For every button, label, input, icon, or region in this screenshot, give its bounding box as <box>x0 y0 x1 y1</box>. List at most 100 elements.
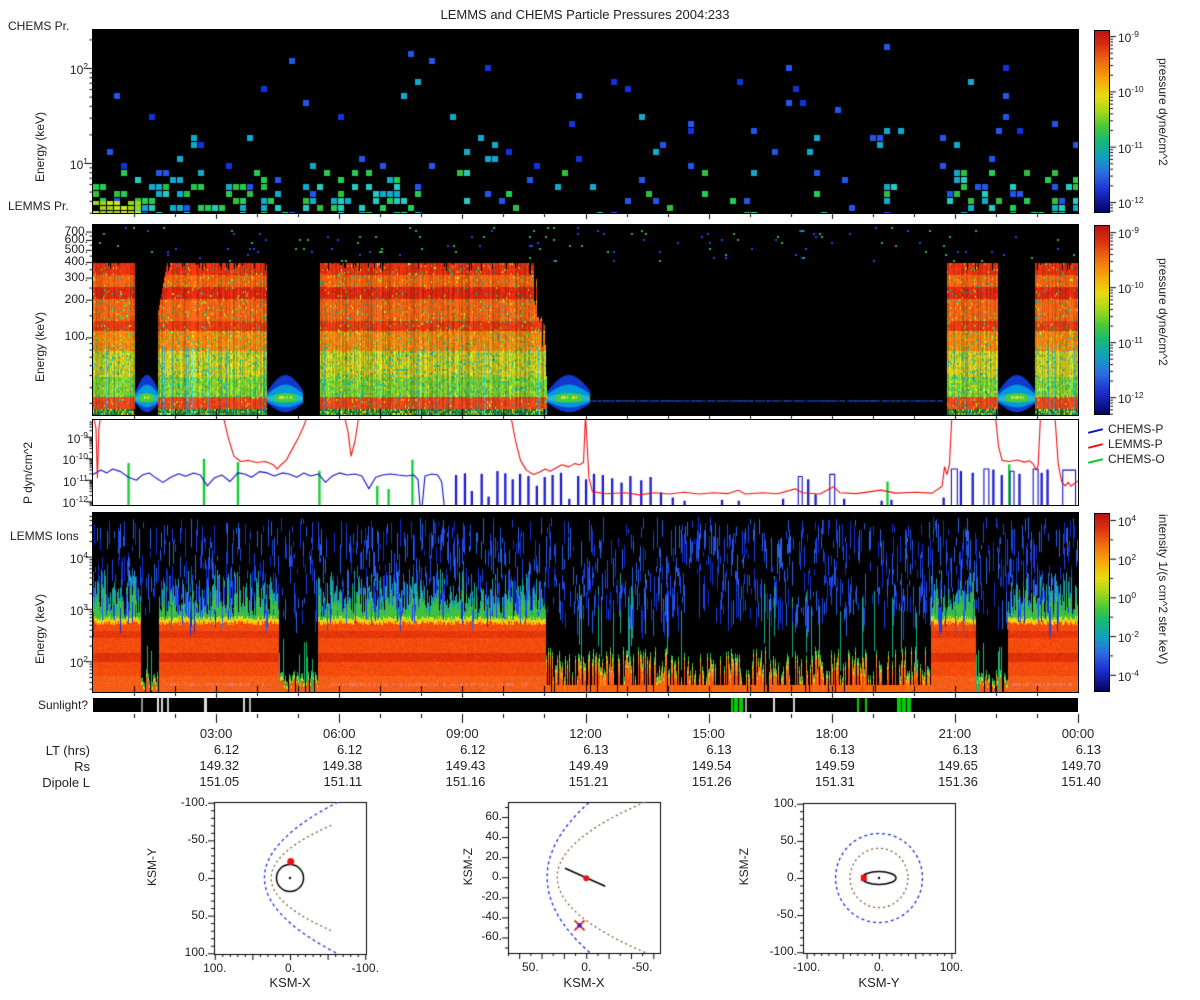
line-plot-pressures <box>93 420 1078 505</box>
orbit-x-tick-label: 0. <box>873 960 884 974</box>
panel-label-lemms-pr: LEMMS Pr. <box>8 199 69 213</box>
spectrogram-chems-pressure <box>93 30 1078 213</box>
row-value: 151.16 <box>445 774 486 789</box>
orbit-x-tick-label: 100. <box>203 961 227 975</box>
legend-label-chems-p: CHEMS-P <box>1108 422 1164 436</box>
row-value: 6.13 <box>829 742 855 757</box>
orbit-y-tick-label: 0. <box>197 870 208 884</box>
time-label: 03:00 <box>199 726 233 741</box>
colorbar-tick-label: 100 <box>1118 590 1137 607</box>
row-value: 149.49 <box>568 758 609 773</box>
orbit-y-tick-label: -40. <box>481 909 502 924</box>
orbit1-y-label: KSM-Y <box>145 848 159 887</box>
colorbar-tick-label: 10-12 <box>1118 194 1144 211</box>
orbit-x-tick-label: -100. <box>792 960 821 974</box>
orbit-y-tick-label: -20. <box>481 889 502 904</box>
row-value: 6.13 <box>706 742 732 757</box>
orbit-y-tick-label: 100. <box>184 945 208 960</box>
orbit1-x-label: KSM-X <box>269 975 311 990</box>
orbit-y-tick-label: -50. <box>776 907 797 922</box>
row-label-dipole-l: Dipole L <box>42 775 90 790</box>
orbit-x-tick-label: 0. <box>284 961 295 975</box>
row-value: 6.13 <box>1075 742 1101 757</box>
row-value: 6.12 <box>460 742 486 757</box>
y-tick-label: 102 <box>69 61 88 77</box>
colorbar-tick-label: 10-11 <box>1118 139 1144 156</box>
orbit-x-tick-label: -50. <box>631 960 653 974</box>
orbit-y-tick-label: 0. <box>491 869 502 884</box>
row-value: 6.12 <box>213 742 240 757</box>
orbit-x-tick-label: -100. <box>351 961 379 975</box>
colorbar-tick-label: 10-9 <box>1118 225 1139 242</box>
colorbar-caption-pressure-1: pressure dyne/cm^2 <box>1156 58 1170 166</box>
row-value: 149.70 <box>1061 758 1101 773</box>
row-value: 151.36 <box>938 774 978 789</box>
orbit-y-tick-label: 0. <box>786 870 797 884</box>
orbit-y-tick-label: 20. <box>485 849 502 864</box>
y-tick-label: 10-10 <box>62 451 88 468</box>
row-value: 151.21 <box>568 774 609 789</box>
row-value: 151.26 <box>691 774 732 789</box>
colorbar-tick-label: 10-10 <box>1118 84 1144 101</box>
colorbar-tick-label: 10-9 <box>1118 29 1139 46</box>
y-tick-label: 100. <box>64 329 88 344</box>
orbit-y-tick-label: 40. <box>485 829 502 844</box>
legend-label-lemms-p: LEMMS-P <box>1108 437 1163 451</box>
panel-label-lemms-ions: LEMMS Ions <box>10 529 79 543</box>
colorbar-intensity <box>1094 513 1110 692</box>
sunlight-event-bar <box>93 698 1078 712</box>
spectrogram-lemms-ions <box>93 513 1078 692</box>
time-label: 21:00 <box>938 726 972 741</box>
colorbar-tick-label: 10-10 <box>1118 280 1144 297</box>
colorbar-tick-label: 10-2 <box>1118 629 1139 646</box>
colorbar-tick-label: 10-12 <box>1118 390 1144 407</box>
orbit-y-tick-label: -60. <box>481 929 502 944</box>
y-tick-label: 103 <box>69 601 88 618</box>
spectrogram-lemms-pressure <box>93 225 1078 415</box>
colorbar-caption-pressure-2: pressure dyne/cm^2 <box>1156 258 1170 366</box>
colorbar-caption-intensity: intensity 1/(s cm^2 ster keV) <box>1156 514 1170 665</box>
colorbar-tick-label: 102 <box>1118 551 1137 568</box>
orbit-y-tick-label: 50. <box>780 832 797 847</box>
figure-root: LEMMS and CHEMS Particle Pressures 2004:… <box>0 0 1200 1000</box>
time-label: 15:00 <box>692 726 725 741</box>
orbit-y-tick-label: 50. <box>191 907 208 922</box>
row-label-rs: Rs <box>74 759 90 774</box>
time-label: 18:00 <box>815 726 849 741</box>
row-value: 151.11 <box>323 774 363 789</box>
row-value: 149.59 <box>814 758 855 773</box>
row-value: 149.32 <box>199 758 240 773</box>
row-value: 151.31 <box>814 774 855 789</box>
orbit3-y-label: KSM-Z <box>737 848 751 886</box>
time-label: 12:00 <box>569 726 602 741</box>
y-tick-label: 10-11 <box>62 472 88 489</box>
y-tick-label: 102 <box>69 654 88 671</box>
time-label: 06:00 <box>322 726 356 741</box>
row-value: 6.13 <box>583 742 609 757</box>
row-value: 151.40 <box>1061 774 1101 789</box>
orbit-y-tick-label: -50. <box>187 832 208 847</box>
orbit2-x-label: KSM-X <box>563 975 605 990</box>
orbit-y-tick-label: 60. <box>485 809 502 824</box>
time-label: 09:00 <box>446 726 479 741</box>
y-tick-label: 400. <box>64 254 88 268</box>
row-value: 6.12 <box>336 742 363 757</box>
orbit3-x-label: KSM-Y <box>858 975 900 990</box>
sunlight-label: Sunlight? <box>37 698 88 712</box>
time-label: 00:00 <box>1061 726 1095 741</box>
row-value: 149.38 <box>322 758 363 773</box>
row-value: 149.54 <box>691 758 732 773</box>
y-tick-label: 300. <box>64 269 88 284</box>
row-value: 6.13 <box>952 742 978 757</box>
colorbar-pressure-mid <box>1094 225 1110 415</box>
row-value: 149.65 <box>938 758 978 773</box>
colorbar-tick-label: 10-4 <box>1118 667 1139 684</box>
y-tick-label: 10-12 <box>62 494 88 511</box>
orbit-x-tick-label: 0. <box>581 960 592 974</box>
colorbar-tick-label: 104 <box>1118 512 1137 529</box>
y-tick-label: 10-9 <box>67 429 88 446</box>
row-label-lt: LT (hrs) <box>45 743 90 758</box>
row-value: 149.43 <box>445 758 486 773</box>
colorbar-tick-label: 10-11 <box>1118 335 1144 352</box>
legend-label-chems-o: CHEMS-O <box>1108 452 1165 466</box>
